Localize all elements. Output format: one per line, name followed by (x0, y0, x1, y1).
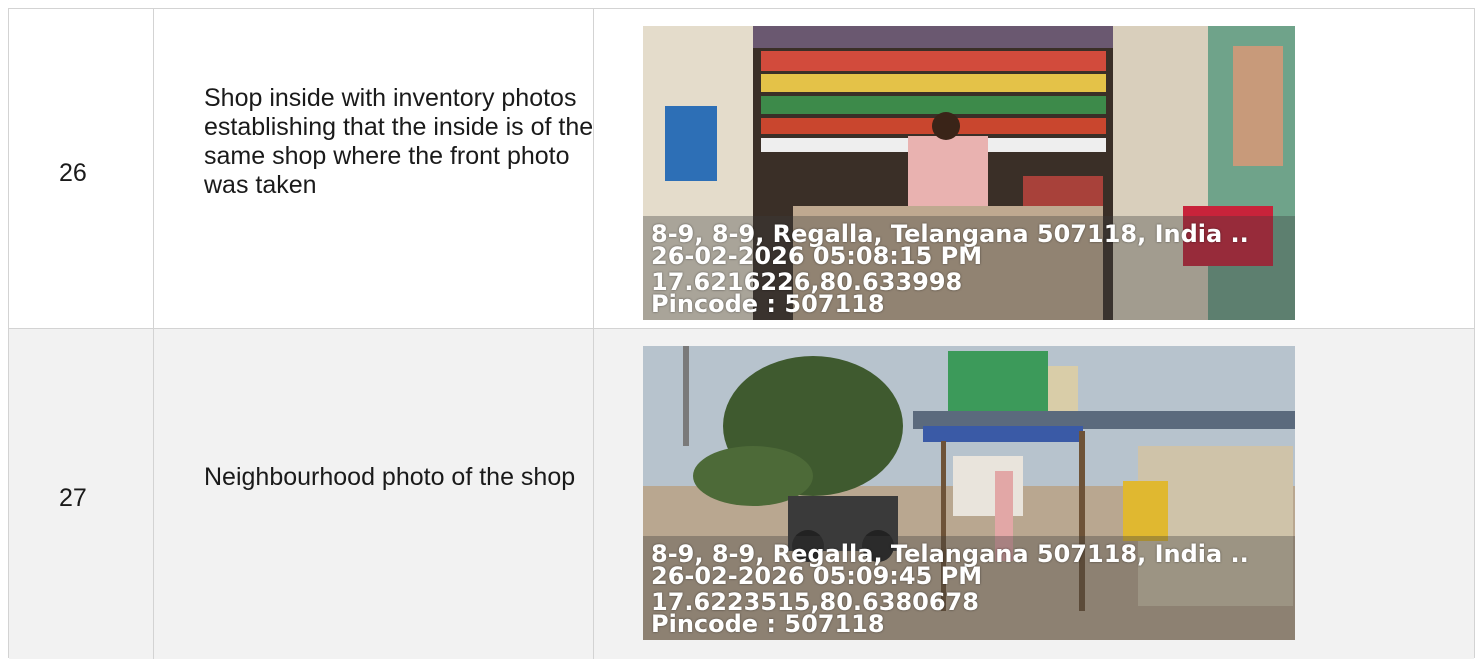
table-row: 27 Neighbourhood photo of the shop 8-9, … (9, 329, 1474, 659)
evidence-table: 26 Shop inside with inventory photos est… (8, 8, 1475, 659)
photo-datetime: 26-02-2026 05:08:15 PM (651, 242, 983, 270)
serial-number-cell: 27 (9, 329, 154, 659)
description-cell: Shop inside with inventory photos establ… (154, 9, 594, 328)
photo-cell: 8-9, 8-9, Regalla, Telangana 507118, Ind… (594, 329, 1474, 659)
shop-interior-photo: 8-9, 8-9, Regalla, Telangana 507118, Ind… (643, 26, 1295, 320)
photo-pincode: Pincode : 507118 (651, 290, 885, 318)
serial-number: 27 (59, 484, 87, 512)
serial-number: 26 (59, 159, 87, 187)
table-row: 26 Shop inside with inventory photos est… (9, 9, 1474, 329)
photo-pincode: Pincode : 507118 (651, 610, 885, 638)
description-text: Shop inside with inventory photos establ… (204, 84, 594, 199)
photo-datetime: 26-02-2026 05:09:45 PM (651, 562, 983, 590)
photo-cell: 8-9, 8-9, Regalla, Telangana 507118, Ind… (594, 9, 1474, 328)
neighbourhood-photo: 8-9, 8-9, Regalla, Telangana 507118, Ind… (643, 346, 1295, 640)
description-cell: Neighbourhood photo of the shop (154, 329, 594, 659)
description-text: Neighbourhood photo of the shop (204, 463, 576, 491)
serial-number-cell: 26 (9, 9, 154, 328)
